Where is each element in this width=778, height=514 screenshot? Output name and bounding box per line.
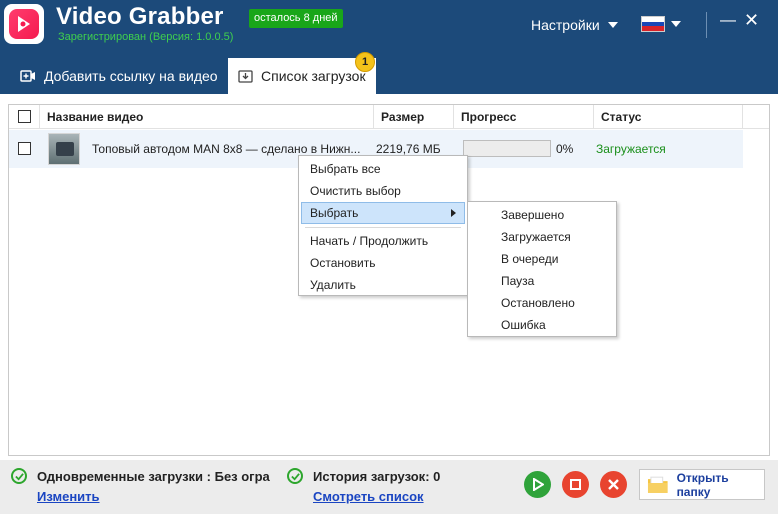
chevron-down-icon [671,21,681,27]
language-selector[interactable] [641,16,681,32]
tab-add-link[interactable]: Добавить ссылку на видео [10,58,228,94]
view-history-link[interactable]: Смотреть список [313,489,424,504]
video-size: 2219,76 МБ [376,142,441,156]
play-icon [532,478,544,491]
submenu-arrow-icon [451,209,456,217]
download-count-badge: 1 [355,52,375,72]
column-title[interactable]: Название видео [40,105,374,129]
menu-item-delete[interactable]: Удалить [301,274,465,296]
open-folder-label: Открыть папку [676,470,729,499]
download-history-label: История загрузок: 0 [313,469,441,484]
window-controls-divider [706,12,707,38]
submenu-item-completed[interactable]: Завершено [492,204,614,226]
app-header: Video Grabber осталось 8 дней Зарегистри… [0,0,778,58]
chevron-down-icon [607,22,618,28]
download-icon [238,69,253,83]
tab-download-list-label: Список загрузок [261,68,366,84]
submenu-item-stopped[interactable]: Остановлено [492,292,614,314]
minimize-icon[interactable]: — [720,12,736,30]
check-circle-icon [11,468,27,484]
column-status[interactable]: Статус [594,105,743,129]
submenu-item-queued[interactable]: В очереди [492,248,614,270]
check-circle-icon [287,468,303,484]
status-submenu: Завершено Загружается В очереди Пауза Ос… [467,201,617,337]
concurrent-downloads-label: Одновременные загрузки : Без огра [37,469,270,484]
russia-flag-icon [641,16,665,32]
menu-item-stop[interactable]: Остановить [301,252,465,274]
close-icon[interactable]: ✕ [744,10,759,31]
context-menu: Выбрать все Очистить выбор Выбрать Начат… [298,155,468,296]
header-select-all [9,105,40,129]
progress-bar [463,140,551,157]
tab-add-link-label: Добавить ссылку на видео [44,68,218,84]
settings-menu[interactable]: Настройки [531,17,618,33]
folder-icon [647,476,668,493]
settings-label: Настройки [531,17,600,33]
video-title: Топовый автодом MAN 8x8 — сделано в Нижн… [92,142,361,156]
menu-item-clear-selection[interactable]: Очистить выбор [301,180,465,202]
video-logo-icon [9,9,39,39]
trial-badge: осталось 8 дней [249,9,343,28]
submenu-item-paused[interactable]: Пауза [492,270,614,292]
menu-item-select-all[interactable]: Выбрать все [301,158,465,180]
delete-button[interactable] [600,471,627,498]
status-text: Загружается [596,142,666,156]
submenu-item-downloading[interactable]: Загружается [492,226,614,248]
tab-bar: Добавить ссылку на видео Список загрузок [0,58,778,94]
stop-icon [570,479,581,490]
menu-separator [305,227,461,228]
column-size[interactable]: Размер [374,105,454,129]
open-folder-button[interactable]: Открыть папку [639,469,765,500]
submenu-item-error[interactable]: Ошибка [492,314,614,336]
app-logo [4,4,44,44]
progress-percent: 0% [556,142,574,156]
table-header: Название видео Размер Прогресс Статус [9,105,769,129]
app-title: Video Grabber [56,3,224,30]
delete-icon [608,479,619,490]
tab-download-list[interactable]: Список загрузок [228,58,376,94]
stop-button[interactable] [562,471,589,498]
change-concurrent-link[interactable]: Изменить [37,489,100,504]
menu-item-start-resume[interactable]: Начать / Продолжить [301,230,465,252]
row-checkbox[interactable] [18,142,31,155]
registration-status: Зарегистрирован (Версия: 1.0.0.5) [58,31,234,43]
column-progress[interactable]: Прогресс [454,105,594,129]
video-add-icon [20,70,35,82]
start-button[interactable] [524,471,551,498]
video-thumbnail [48,133,80,165]
menu-item-select[interactable]: Выбрать [301,202,465,224]
menu-item-select-label: Выбрать [310,206,359,220]
select-all-checkbox[interactable] [18,110,31,123]
